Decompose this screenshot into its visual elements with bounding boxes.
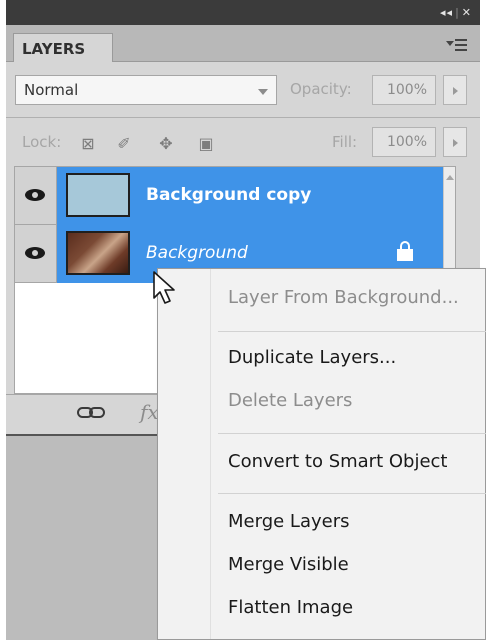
fill-value: 100%: [386, 134, 427, 150]
row-divider: [6, 117, 480, 118]
menu-item-layer-from-background[interactable]: Layer From Background...: [228, 287, 459, 308]
menu-item-duplicate-layers[interactable]: Duplicate Layers...: [228, 347, 396, 368]
layer-thumbnail: [66, 231, 130, 275]
opacity-label: Opacity:: [290, 80, 352, 98]
context-menu: Layer From Background... Duplicate Layer…: [157, 268, 486, 640]
visibility-eye-icon[interactable]: [15, 167, 57, 225]
opacity-slider-button[interactable]: [443, 75, 467, 105]
fill-slider-button[interactable]: [443, 127, 467, 157]
menu-item-delete-layers[interactable]: Delete Layers: [228, 390, 352, 411]
chevron-down-icon: [258, 89, 268, 95]
scroll-up-icon[interactable]: [446, 175, 454, 180]
layer-name: Background: [146, 243, 248, 263]
blend-mode-value: Normal: [24, 81, 79, 99]
menu-gutter: [210, 269, 211, 639]
menu-separator: [218, 493, 486, 494]
fill-field[interactable]: 100%: [372, 127, 436, 157]
panel-menu-icon[interactable]: [446, 38, 468, 52]
lock-image-pixels-icon[interactable]: ✐: [114, 134, 134, 154]
blend-mode-select[interactable]: Normal: [15, 75, 277, 105]
title-bar-controls: ◂◂ | ✕: [440, 6, 472, 19]
layer-thumbnail: [66, 173, 130, 217]
panel-title-bar: ◂◂ | ✕: [6, 0, 480, 25]
fill-label: Fill:: [332, 133, 358, 151]
layer-row[interactable]: Background copy: [15, 167, 445, 225]
visibility-eye-icon[interactable]: [15, 225, 57, 283]
menu-item-merge-layers[interactable]: Merge Layers: [228, 511, 349, 532]
menu-item-flatten-image[interactable]: Flatten Image: [228, 597, 353, 618]
opacity-field[interactable]: 100%: [372, 75, 436, 105]
layer-lock-icon: [397, 241, 413, 261]
close-icon[interactable]: ✕: [462, 6, 472, 19]
mouse-pointer-icon: [153, 271, 175, 304]
lock-all-icon[interactable]: ▣: [196, 134, 216, 154]
layer-name: Background copy: [146, 185, 312, 205]
menu-separator: [218, 433, 486, 434]
fx-icon[interactable]: fx: [140, 400, 159, 424]
link-layers-icon[interactable]: [77, 405, 109, 421]
lock-transparent-pixels-icon[interactable]: ⊠: [78, 134, 98, 154]
lock-position-icon[interactable]: ✥: [156, 134, 176, 154]
menu-separator: [218, 331, 486, 332]
panel-tab-strip: LAYERS: [6, 25, 480, 63]
menu-item-convert-to-smart-object[interactable]: Convert to Smart Object: [228, 451, 447, 472]
opacity-value: 100%: [386, 82, 427, 98]
tab-layers-label: LAYERS: [22, 40, 86, 58]
menu-item-merge-visible[interactable]: Merge Visible: [228, 554, 349, 575]
tab-layers[interactable]: LAYERS: [13, 33, 113, 63]
lock-label: Lock:: [22, 133, 62, 151]
collapse-icon[interactable]: ◂◂: [440, 6, 453, 19]
